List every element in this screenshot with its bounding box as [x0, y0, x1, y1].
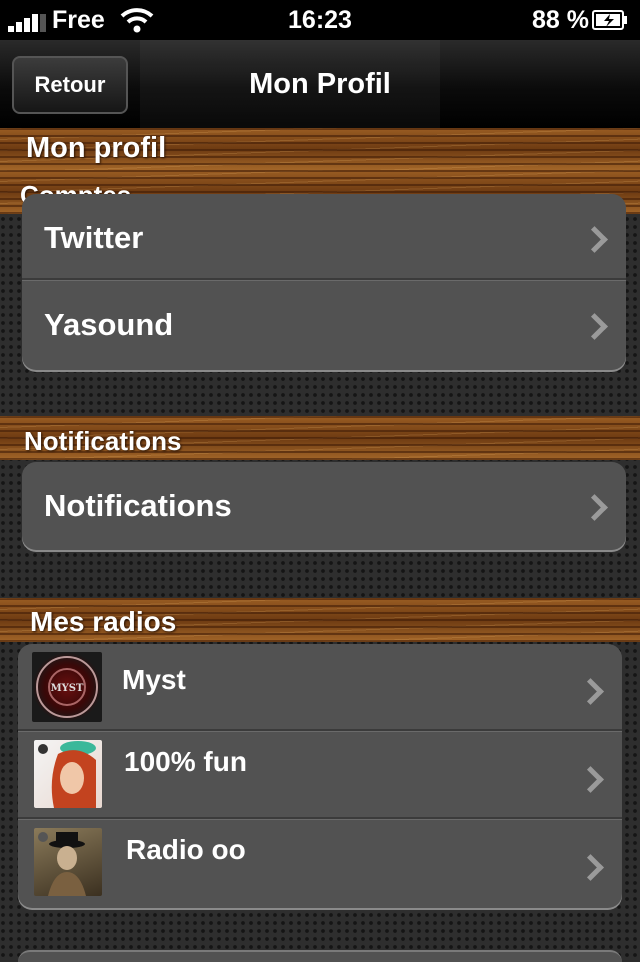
- radio-row-100-fun[interactable]: 100% fun: [18, 732, 622, 818]
- page-title: Mon Profil: [249, 68, 391, 100]
- section-title-profile: Mon profil: [26, 132, 167, 164]
- section-header-notifications: Notifications: [0, 416, 640, 460]
- radio-row-myst[interactable]: MYST Myst: [18, 644, 622, 730]
- chevron-right-icon: [577, 678, 604, 705]
- fun-cover-icon: [38, 741, 96, 808]
- radio-row-radio-oo[interactable]: Radio oo: [18, 820, 622, 908]
- section-title-radios: Mes radios: [30, 606, 177, 637]
- chevron-right-icon: [577, 854, 604, 881]
- section-header-radios: Mes radios: [0, 598, 640, 642]
- chevron-right-icon: [581, 313, 608, 340]
- radio-name: Myst: [122, 664, 186, 695]
- notifications-label: Notifications: [44, 488, 232, 523]
- accounts-group: Twitter Yasound: [22, 194, 626, 370]
- notifications-row[interactable]: Notifications: [22, 462, 626, 550]
- next-group-edge: [18, 950, 622, 962]
- account-label: Yasound: [44, 307, 174, 342]
- status-bar: Free 16:23 88 %: [0, 0, 640, 40]
- radio-thumbnail: [34, 828, 102, 896]
- radio-name: Radio oo: [126, 834, 246, 865]
- account-label: Twitter: [44, 220, 144, 255]
- battery-percent: 88 %: [532, 6, 589, 34]
- radio-oo-cover-icon: [38, 832, 86, 896]
- battery-icon: [592, 10, 627, 30]
- chevron-right-icon: [581, 226, 608, 253]
- chevron-right-icon: [577, 766, 604, 793]
- radio-thumbnail: [34, 740, 102, 808]
- myst-cover-text: MYST: [51, 683, 84, 694]
- account-row-twitter[interactable]: Twitter: [22, 194, 626, 280]
- chevron-right-icon: [581, 494, 608, 521]
- section-title-notifications: Notifications: [24, 426, 182, 456]
- section-header-profile: Mon profil: [0, 128, 640, 170]
- radio-name: 100% fun: [124, 746, 247, 777]
- myst-cover-icon: MYST: [36, 656, 98, 718]
- radios-group: MYST Myst 100% fun Radio oo: [18, 644, 622, 908]
- radio-thumbnail: MYST: [32, 652, 102, 722]
- notifications-group: Notifications: [22, 462, 626, 550]
- account-row-yasound[interactable]: Yasound: [22, 281, 626, 370]
- navigation-bar: Retour Mon Profil: [0, 40, 640, 128]
